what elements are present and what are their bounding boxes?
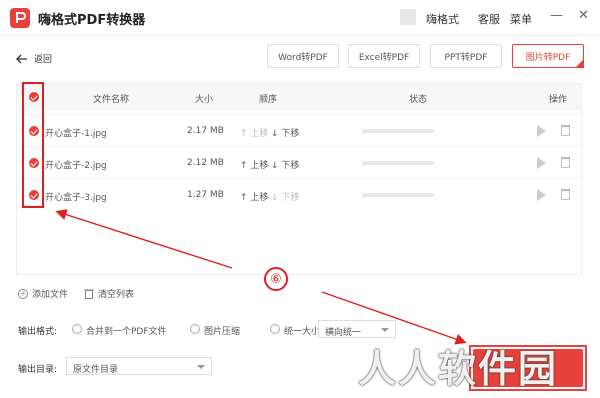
annotation-step-number: ⑥ bbox=[264, 267, 288, 291]
watermark-logo: 人人软件园 bbox=[358, 347, 559, 391]
arrow-to-checkbox bbox=[55, 209, 233, 269]
arrow-to-start-button bbox=[321, 291, 467, 345]
